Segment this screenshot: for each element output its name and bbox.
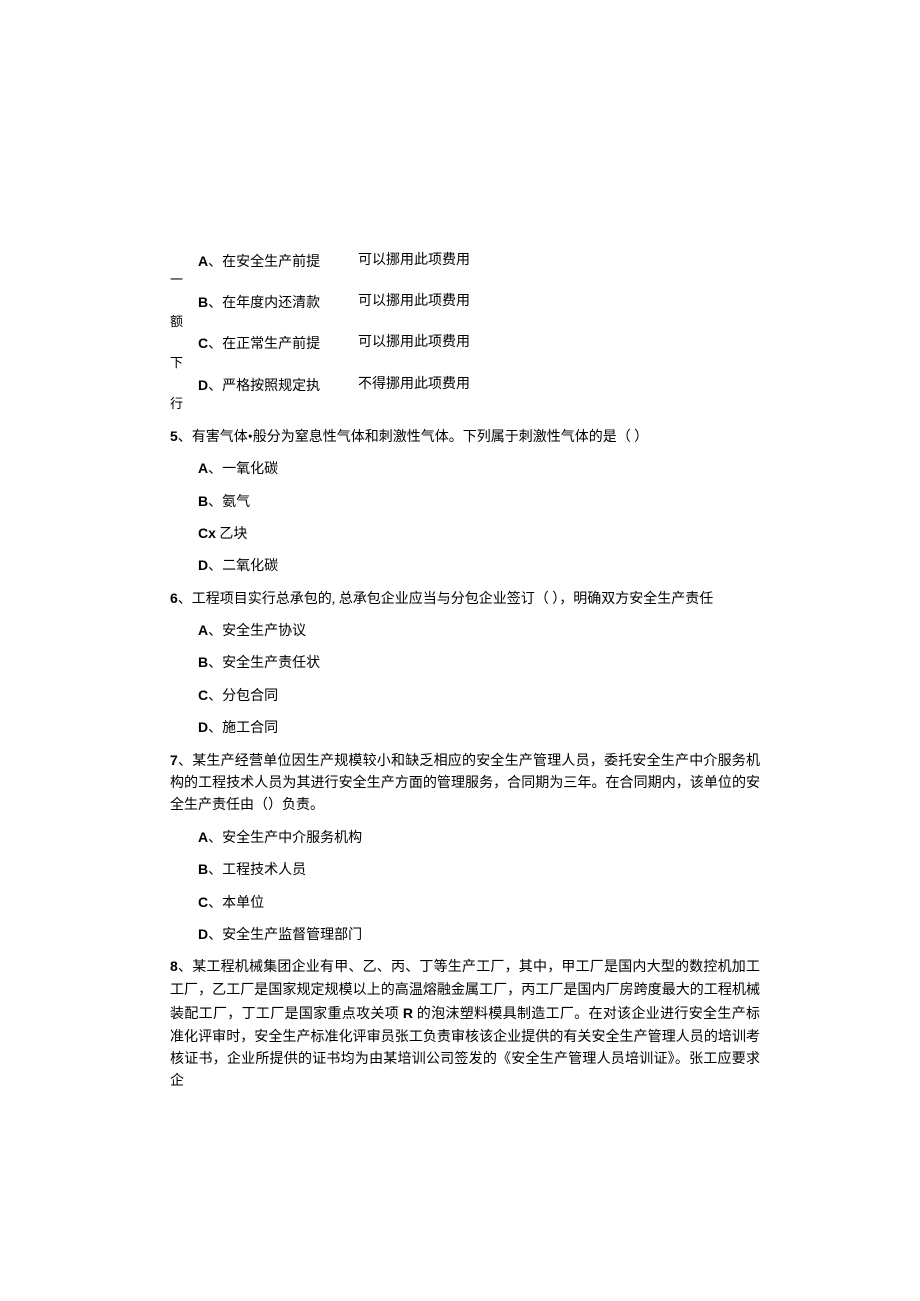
option-text: 、工程技术人员 [208, 863, 306, 878]
question-number: 5 [170, 428, 178, 444]
option-B: B、安全生产责任状 [198, 651, 760, 675]
option-row: A、在安全生产前提 可以挪用此项费用 [198, 250, 760, 274]
question-number: 7 [170, 752, 178, 768]
option-text: 、安全生产中介服务机构 [208, 831, 362, 846]
option-text: 、安全生产责任状 [208, 656, 320, 671]
option-B: B、工程技术人员 [198, 858, 760, 882]
option-label: A [198, 460, 208, 476]
option-text: 、一氧化碳 [208, 462, 278, 477]
option-C: C、分包合同 [198, 684, 760, 708]
option-text: 、分包合同 [208, 689, 278, 704]
option-label: D [198, 926, 208, 942]
question-text: 、有害气体•般分为窒息性气体和刺激性气体。下列属于刺激性气体的是（ ） [178, 430, 648, 445]
question-7-stem: 7、某生产经营单位因生产规模较小和缺乏相应的安全生产管理人员，委托安全生产中介服… [170, 749, 760, 818]
option-label: B [198, 493, 208, 509]
option-text: 乙块 [216, 527, 248, 542]
option-text: 、安全生产协议 [208, 624, 306, 639]
question-text-R: R [403, 1005, 413, 1021]
option-label: Cx [198, 525, 216, 541]
option-A-right: 可以挪用此项费用 [358, 250, 760, 274]
option-label: A [198, 829, 208, 845]
option-B: B、氨气 [198, 490, 760, 514]
question-6-stem: 6、工程项目实行总承包的, 总承包企业应当与分包企业签订（ ），明确双方安全生产… [170, 587, 760, 611]
option-A-left: A、在安全生产前提 [198, 250, 358, 274]
option-row: C、在正常生产前提 可以挪用此项费用 [198, 332, 760, 356]
option-label: D [198, 557, 208, 573]
option-label: C [198, 894, 208, 910]
question-5-stem: 5、有害气体•般分为窒息性气体和刺激性气体。下列属于刺激性气体的是（ ） [170, 425, 760, 449]
option-D: D、安全生产监督管理部门 [198, 923, 760, 947]
option-D-left: D、严格按照规定执 [198, 374, 358, 398]
option-row: B、在年度内还清款 可以挪用此项费用 [198, 291, 760, 315]
option-text: 、二氧化碳 [208, 559, 278, 574]
option-D-right: 不得挪用此项费用 [358, 374, 760, 398]
option-C-right: 可以挪用此项费用 [358, 332, 760, 356]
question-6-options: A、安全生产协议 B、安全生产责任状 C、分包合同 D、施工合同 [198, 619, 760, 741]
question-5-options: A、一氧化碳 B、氨气 Cx 乙块 D、二氧化碳 [198, 457, 760, 579]
question-number: 8 [170, 958, 178, 974]
option-A: A、一氧化碳 [198, 457, 760, 481]
question-text: 、工程项目实行总承包的, 总承包企业应当与分包企业签订（ ），明确双方安全生产责… [178, 592, 714, 607]
option-B-left-text: 、在年度内还清款 [208, 296, 320, 311]
option-label: C [198, 687, 208, 703]
option-text: 、本单位 [208, 896, 264, 911]
question-4-options: A、在安全生产前提 可以挪用此项费用 一 B、在年度内还清款 可以挪用此项费用 … [198, 250, 760, 415]
option-C: C、本单位 [198, 891, 760, 915]
option-text: 、氨气 [208, 495, 250, 510]
option-C-left: C、在正常生产前提 [198, 332, 358, 356]
option-A-left-text: 、在安全生产前提 [208, 255, 320, 270]
question-7-options: A、安全生产中介服务机构 B、工程技术人员 C、本单位 D、安全生产监督管理部门 [198, 826, 760, 948]
question-text: 、某生产经营单位因生产规模较小和缺乏相应的安全生产管理人员，委托安全生产中介服务… [170, 754, 760, 814]
option-C: Cx 乙块 [198, 522, 760, 546]
option-B-left: B、在年度内还清款 [198, 291, 358, 315]
option-D: D、施工合同 [198, 716, 760, 740]
option-D-left-text: 、严格按照规定执 [208, 379, 320, 394]
option-A: A、安全生产中介服务机构 [198, 826, 760, 850]
option-C-left-text: 、在正常生产前提 [208, 337, 320, 352]
option-label: D [198, 719, 208, 735]
option-D: D、二氧化碳 [198, 554, 760, 578]
option-A: A、安全生产协议 [198, 619, 760, 643]
question-number: 6 [170, 590, 178, 606]
option-B-right: 可以挪用此项费用 [358, 291, 760, 315]
option-label: B [198, 654, 208, 670]
question-8-stem: 8、某工程机械集团企业有甲、乙、丙、丁等生产工厂，其中，甲工厂是国内大型的数控机… [170, 955, 760, 1093]
option-label: A [198, 622, 208, 638]
option-text: 、施工合同 [208, 721, 278, 736]
option-row: D、严格按照规定执 不得挪用此项费用 [198, 374, 760, 398]
option-label: B [198, 861, 208, 877]
option-text: 、安全生产监督管理部门 [208, 928, 362, 943]
